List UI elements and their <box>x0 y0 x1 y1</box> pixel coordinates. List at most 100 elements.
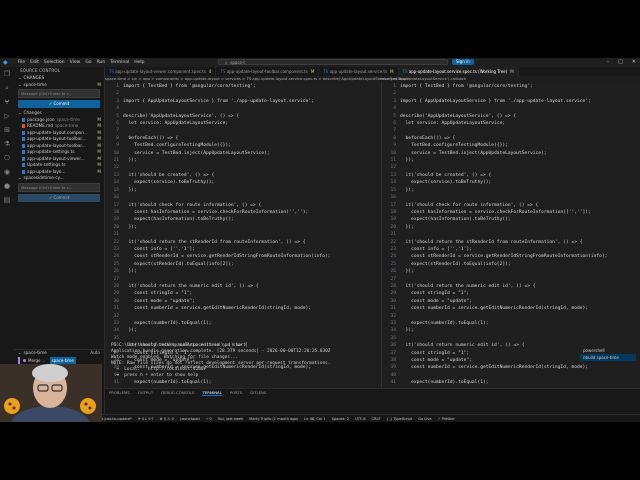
search-icon[interactable]: ⌕ <box>0 81 14 95</box>
line-number: 35 <box>113 335 119 341</box>
sign-in-button[interactable]: Sign in <box>452 59 474 65</box>
menu-item-terminal[interactable]: Terminal <box>110 60 129 65</box>
line-number: 10 <box>113 150 119 156</box>
tab-modified-badge: M <box>390 69 394 74</box>
gitlens-icon[interactable]: ◉ <box>0 165 14 179</box>
code-line: 31 const numberId = service.getEditNumer… <box>105 305 379 312</box>
menu-item-run[interactable]: Run <box>97 60 106 65</box>
line-number: 14 <box>390 180 396 186</box>
github-icon[interactable]: ● <box>0 179 14 193</box>
testing-icon[interactable]: ⚗ <box>0 137 14 151</box>
commit-message-input[interactable]: Message (Ctrl+Enter to c... <box>18 89 100 98</box>
code-text: const numberId = service.getEditNumericR… <box>123 306 312 312</box>
terminal-instance[interactable]: nbuild space-time <box>580 354 636 361</box>
breadcrumb-right[interactable]: describe('AppUpdateLayoutService') callb… <box>380 76 466 82</box>
panel-tab-ports[interactable]: PORTS <box>230 389 242 396</box>
panel-tab-problems[interactable]: PROBLEMS <box>109 389 130 396</box>
line-number: 34 <box>390 328 396 334</box>
line-number: 9 <box>393 143 396 149</box>
status-author[interactable]: You, last week <box>218 417 244 421</box>
tab-label: app-update-layout.service.spec.ts (Worki… <box>408 69 508 74</box>
code-line: 18 const hasInformation = service.checkF… <box>382 209 640 216</box>
line-number: 24 <box>390 254 396 260</box>
editor-tab[interactable]: TS app-update-layout.service.spec.ts (Wo… <box>398 67 519 76</box>
status-position[interactable]: Ln 48, Col 1 <box>304 417 325 421</box>
repo2-row[interactable]: ⌄ spacesidetime-cy... <box>14 175 104 182</box>
menu-item-view[interactable]: View <box>70 60 81 65</box>
docker-icon[interactable]: ▤ <box>0 193 14 207</box>
status-eol[interactable]: CRLF <box>372 417 381 421</box>
status-blame[interactable]: Marty Tripllo (1 month ago) <box>249 417 298 421</box>
run-debug-icon[interactable]: ▷ <box>0 109 14 123</box>
status-golive[interactable]: Go Live <box>418 417 431 421</box>
menu-item-edit[interactable]: Edit <box>30 60 39 65</box>
code-line: 14 expect(service).toBeTruthy(); <box>105 179 379 186</box>
explorer-icon[interactable]: ❐ <box>0 67 14 81</box>
close-icon[interactable]: ✕ <box>632 59 636 65</box>
line-number: 32 <box>390 313 396 319</box>
menu-item-file[interactable]: File <box>18 60 26 65</box>
code-line: 19 expect(hasInformation).toBeTruthy(); <box>105 216 379 223</box>
code-line: 29 const stringId = "1"; <box>105 290 379 297</box>
status-problems[interactable]: ⊗ 0 ⚠ 0 <box>160 417 174 421</box>
panel-tab-debug-console[interactable]: DEBUG CONSOLE <box>161 389 194 396</box>
panel-tab-output[interactable]: OUTPUT <box>138 389 153 396</box>
line-number: 9 <box>116 143 119 149</box>
commit-graph-row[interactable]: Merge ... space-time <box>14 356 104 364</box>
breadcrumb[interactable]: space-time > src > app > components > ap… <box>105 76 409 82</box>
panel-tab-terminal[interactable]: TERMINAL <box>202 389 222 396</box>
code-text: beforeEach(() => { <box>123 135 179 141</box>
line-number: 26 <box>113 269 119 275</box>
code-text: it('should be created', () => { <box>123 172 215 178</box>
commit-message-input-2[interactable]: Message (Ctrl+Enter to c... <box>18 182 100 192</box>
activity-bar: ❐ ⌕ ⑂ ▷ ⊞ ⚗ ⎔ ◉ ● ▤ ◯ ⚙ <box>0 67 15 414</box>
status-ports[interactable]: ⚡ 0 <box>206 417 212 421</box>
status-launchpad[interactable]: Launchpad <box>180 417 200 421</box>
line-number: 25 <box>390 261 396 267</box>
status-sync[interactable]: ⟳ 0↓ 9↑ <box>138 417 154 421</box>
editor-tab[interactable]: TS app-update-layout-viewer.component.sp… <box>105 67 217 76</box>
menu-item-go[interactable]: Go <box>85 60 91 65</box>
code-text: expect(numberId).toEqual(1); <box>123 321 212 326</box>
source-control-icon[interactable]: ⑂ <box>0 95 14 109</box>
minimize-icon[interactable]: – <box>607 59 610 65</box>
terminal-instance[interactable]: powershell <box>580 347 636 354</box>
commit-button-2[interactable]: ✓ Commit <box>18 193 100 202</box>
panel-tab-gitlens[interactable]: GITLENS <box>250 389 266 396</box>
code-text: }); <box>400 187 414 193</box>
line-number: 1 <box>116 84 119 89</box>
line-number: 11 <box>390 158 396 164</box>
tab-modified-badge: 4 <box>208 69 212 74</box>
menu-item-help[interactable]: Help <box>134 60 144 65</box>
code-line: 22 it('should return the stRenderId from… <box>382 239 640 246</box>
code-text: expect(hasInformation).toBeTruthy(); <box>123 217 234 223</box>
editor-tab[interactable]: TS app-update-layout.service.ts M <box>319 67 399 76</box>
graph-header[interactable]: ⌄ space-time Auto <box>14 349 104 357</box>
extensions-icon[interactable]: ⊞ <box>0 123 14 137</box>
status-language[interactable]: { } TypeScript <box>387 417 413 421</box>
status-spaces[interactable]: Spaces: 2 <box>332 417 349 421</box>
line-number: 29 <box>390 291 396 297</box>
line-number: 27 <box>113 276 119 282</box>
editor-tab[interactable]: TS app-update-layout-toolbar.component.t… <box>216 67 320 76</box>
maximize-icon[interactable]: □ <box>618 59 623 65</box>
remote-icon[interactable]: ⎔ <box>0 151 14 165</box>
code-text: expect(hasInformation).toBeTruthy(); <box>400 217 511 223</box>
code-line: 17 it('should check for route informatio… <box>382 202 640 209</box>
repo-row[interactable]: ⌄ space-time M <box>14 82 104 89</box>
line-number: 17 <box>390 202 396 208</box>
file-type-icon <box>22 124 25 129</box>
code-line: 31 const numberId = service.getEditNumer… <box>382 305 640 312</box>
graph-filter[interactable]: Auto <box>90 350 104 357</box>
line-number: 26 <box>390 269 396 275</box>
status-encoding[interactable]: UTF-8 <box>355 417 365 421</box>
repo-name: space-time <box>23 81 47 87</box>
repo-badge: M <box>97 81 101 87</box>
command-center[interactable]: ⌕ space-t <box>218 59 448 65</box>
line-number: 31 <box>390 306 396 312</box>
menu-item-selection[interactable]: Selection <box>44 60 65 65</box>
commit-button[interactable]: ✓ Commit <box>18 100 100 108</box>
line-number: 8 <box>393 135 396 141</box>
status-prettier[interactable]: ✓ Prettier <box>438 417 455 421</box>
code-text: const numberId = service.getEditNumericR… <box>400 306 589 312</box>
